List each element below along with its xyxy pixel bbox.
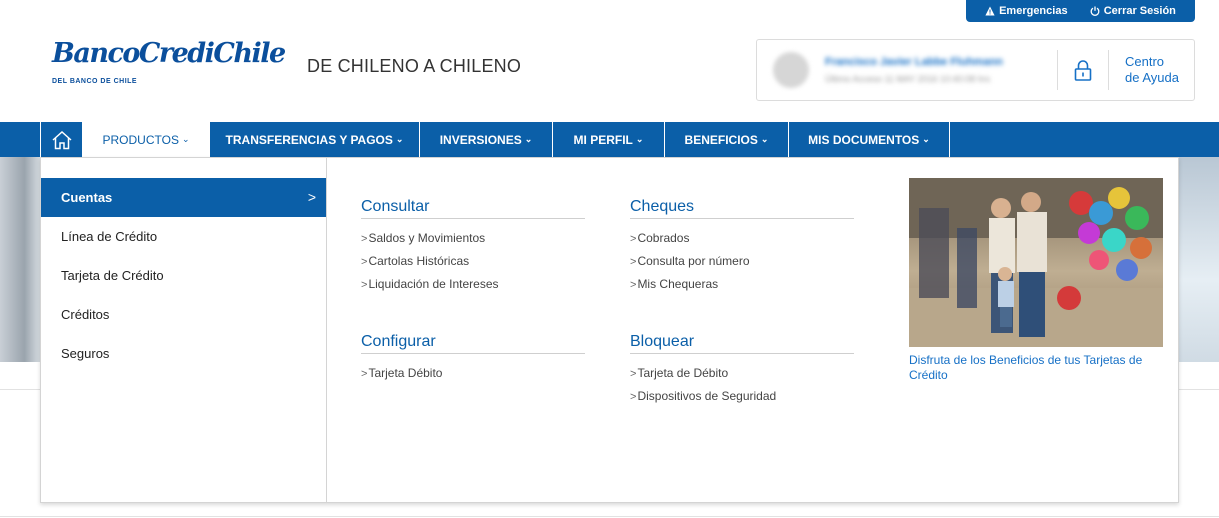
category-tarjeta-de-credito[interactable]: Tarjeta de Crédito xyxy=(41,256,326,295)
lock-icon xyxy=(1074,60,1092,81)
nav-mi-perfil[interactable]: MI PERFIL ⌄ xyxy=(553,122,665,157)
promo-photo-illustration xyxy=(909,178,1163,347)
cerrar-sesion-label: Cerrar Sesión xyxy=(1103,5,1176,17)
link-mis-chequeras[interactable]: >Mis Chequeras xyxy=(630,277,854,300)
promo-image[interactable] xyxy=(909,178,1163,347)
link-saldos-y-movimientos[interactable]: >Saldos y Movimientos xyxy=(361,231,585,254)
category-label: Línea de Crédito xyxy=(61,229,158,244)
nav-label: PRODUCTOS xyxy=(102,132,179,147)
tagline: DE CHILENO A CHILENO xyxy=(307,56,522,76)
help-center-link[interactable]: Centro de Ayuda xyxy=(1125,54,1179,86)
nav-inversiones[interactable]: INVERSIONES ⌄ xyxy=(420,122,553,157)
user-panel: Francisco Javier Labbe Fluhmann Último A… xyxy=(756,39,1195,101)
productos-dropdown: Cuentas > Línea de Crédito Tarjeta de Cr… xyxy=(40,157,1179,503)
nav-label: MIS DOCUMENTOS xyxy=(808,132,920,147)
link-label: Dispositivos de Seguridad xyxy=(637,389,777,403)
chevron-down-icon: ⌄ xyxy=(922,134,930,144)
link-cartolas-historicas[interactable]: >Cartolas Históricas xyxy=(361,254,585,277)
main-nav: PRODUCTOS ⌄ TRANSFERENCIAS Y PAGOS ⌄ INVER… xyxy=(0,122,1219,157)
nav-mis-documentos[interactable]: MIS DOCUMENTOS ⌄ xyxy=(789,122,950,157)
section-bloquear: Bloquear >Tarjeta de Débito >Dispositivo… xyxy=(630,333,854,412)
brand-logo[interactable]: BancoCrediChile DEL BANCO DE CHILE xyxy=(52,38,286,86)
divider xyxy=(1108,50,1109,90)
security-button[interactable] xyxy=(1058,59,1108,81)
link-chevron-icon: > xyxy=(630,391,637,403)
category-creditos[interactable]: Créditos xyxy=(41,295,326,334)
category-seguros[interactable]: Seguros xyxy=(41,334,326,373)
link-consulta-por-numero[interactable]: >Consulta por número xyxy=(630,254,854,277)
chevron-down-icon: ⌄ xyxy=(760,134,769,144)
chevron-down-icon: ⌄ xyxy=(635,134,644,144)
user-name: Francisco Javier Labbe Fluhmann xyxy=(825,56,1003,68)
link-label: Cartolas Históricas xyxy=(368,254,470,268)
link-chevron-icon: > xyxy=(361,233,368,245)
avatar xyxy=(773,52,809,88)
help-line-1: Centro xyxy=(1125,54,1165,69)
section-consultar: Consultar >Saldos y Movimientos >Cartola… xyxy=(361,198,585,300)
utility-bar: Emergencias Cerrar Sesión xyxy=(966,0,1195,22)
nav-label: BENEFICIOS xyxy=(684,132,758,147)
link-chevron-icon: > xyxy=(630,233,637,245)
user-info: Francisco Javier Labbe Fluhmann Último A… xyxy=(825,56,1045,84)
chevron-down-icon: ⌄ xyxy=(524,134,533,144)
category-cuentas[interactable]: Cuentas > xyxy=(41,178,326,217)
logo-subtitle: DEL BANCO DE CHILE xyxy=(52,78,138,85)
background-divider xyxy=(0,516,1219,517)
cerrar-sesion-link[interactable]: Cerrar Sesión xyxy=(1090,5,1176,17)
category-label: Tarjeta de Crédito xyxy=(61,268,164,283)
link-label: Saldos y Movimientos xyxy=(368,231,486,245)
link-label: Tarjeta de Débito xyxy=(637,366,729,380)
category-label: Créditos xyxy=(61,307,110,322)
emergencias-label: Emergencias xyxy=(999,5,1068,17)
chevron-down-icon: ⌄ xyxy=(395,134,404,144)
help-line-2: de Ayuda xyxy=(1125,70,1179,85)
home-icon xyxy=(52,130,71,149)
background-banner-right xyxy=(1179,157,1219,362)
warning-icon xyxy=(985,6,995,16)
section-title: Cheques xyxy=(630,198,854,219)
section-title: Consultar xyxy=(361,198,585,219)
link-label: Cobrados xyxy=(637,231,690,245)
link-dispositivos-de-seguridad[interactable]: >Dispositivos de Seguridad xyxy=(630,389,854,412)
nav-label: MI PERFIL xyxy=(573,132,633,147)
section-configurar: Configurar >Tarjeta Débito xyxy=(361,333,585,389)
category-label: Cuentas xyxy=(61,190,113,205)
link-chevron-icon: > xyxy=(361,279,368,291)
link-bloquear-tarjeta-de-debito[interactable]: >Tarjeta de Débito xyxy=(630,366,854,389)
logo-wordmark: BancoCrediChile xyxy=(52,38,286,69)
link-tarjeta-debito[interactable]: >Tarjeta Débito xyxy=(361,366,585,389)
link-chevron-icon: > xyxy=(630,256,637,268)
link-chevron-icon: > xyxy=(630,279,637,291)
chevron-right-icon: > xyxy=(307,189,316,205)
power-icon xyxy=(1090,6,1100,16)
promo-caption[interactable]: Disfruta de los Beneficios de tus Tarjet… xyxy=(909,353,1163,383)
section-title: Bloquear xyxy=(630,333,854,354)
link-cobrados[interactable]: >Cobrados xyxy=(630,231,854,254)
nav-label: TRANSFERENCIAS Y PAGOS xyxy=(225,132,393,147)
product-category-menu: Cuentas > Línea de Crédito Tarjeta de Cr… xyxy=(41,158,327,502)
category-linea-de-credito[interactable]: Línea de Crédito xyxy=(41,217,326,256)
section-title: Configurar xyxy=(361,333,585,354)
link-label: Consulta por número xyxy=(637,254,750,268)
last-access: Último Acceso 11 MAY 2016 10:40:08 hrs xyxy=(825,74,991,84)
home-button[interactable] xyxy=(40,122,83,157)
link-chevron-icon: > xyxy=(361,256,368,268)
link-chevron-icon: > xyxy=(361,368,368,380)
link-chevron-icon: > xyxy=(630,368,637,380)
nav-transferencias[interactable]: TRANSFERENCIAS Y PAGOS ⌄ xyxy=(210,122,420,157)
link-label: Liquidación de Intereses xyxy=(368,277,499,291)
category-label: Seguros xyxy=(61,346,110,361)
nav-label: INVERSIONES xyxy=(439,132,522,147)
section-cheques: Cheques >Cobrados >Consulta por número >… xyxy=(630,198,854,300)
nav-beneficios[interactable]: BENEFICIOS ⌄ xyxy=(665,122,789,157)
link-liquidacion-de-intereses[interactable]: >Liquidación de Intereses xyxy=(361,277,585,300)
nav-productos[interactable]: PRODUCTOS ⌄ xyxy=(83,122,210,157)
link-label: Mis Chequeras xyxy=(637,277,719,291)
page: Emergencias Cerrar Sesión BancoCrediChil… xyxy=(0,0,1219,518)
link-label: Tarjeta Débito xyxy=(368,366,443,380)
promo-card[interactable]: Disfruta de los Beneficios de tus Tarjet… xyxy=(909,178,1163,383)
emergencias-link[interactable]: Emergencias xyxy=(985,5,1068,17)
chevron-down-icon: ⌄ xyxy=(181,134,190,144)
